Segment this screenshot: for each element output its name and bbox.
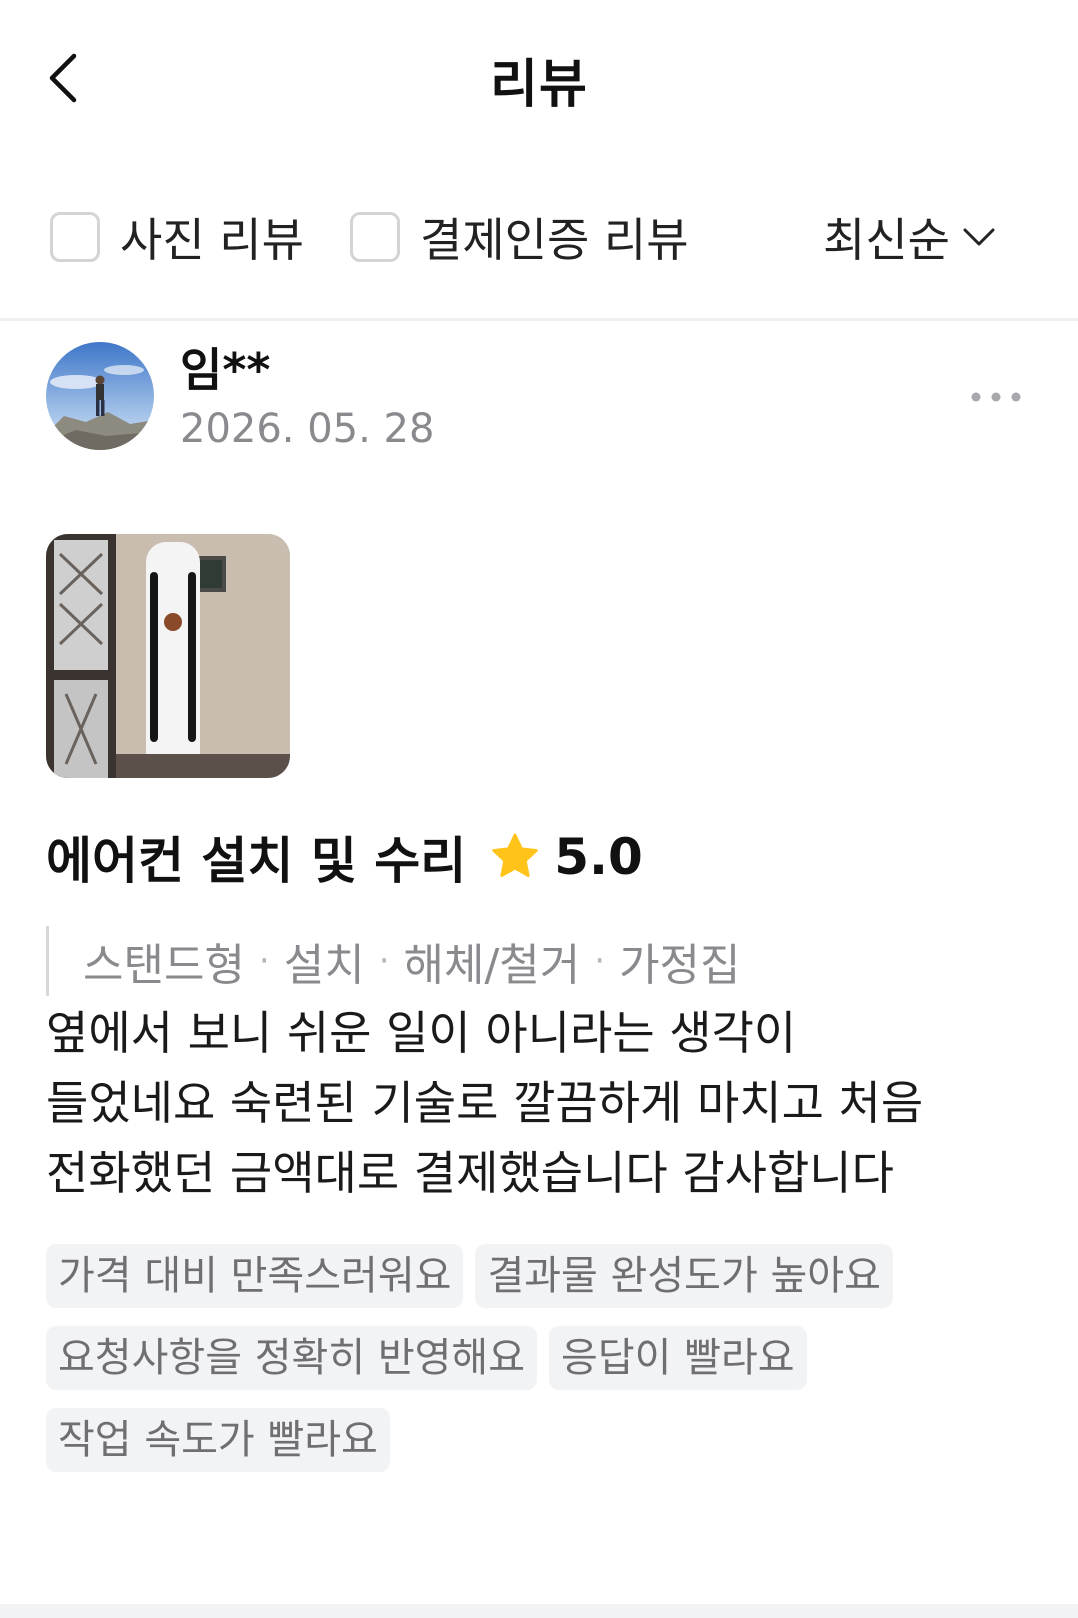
photo-review-checkbox[interactable] (50, 212, 100, 262)
review-photo[interactable] (46, 534, 290, 778)
chevron-down-icon (963, 228, 995, 246)
service-name: 에어컨 설치 및 수리 (46, 832, 467, 890)
option-item: 해체/철거 (403, 940, 581, 991)
review-tags: 가격 대비 만족스러워요 결과물 완성도가 높아요 요청사항을 정확히 반영해요… (46, 1244, 1026, 1490)
verified-review-filter[interactable]: 결제인증 리뷰 (350, 208, 689, 267)
verified-review-label: 결제인증 리뷰 (420, 213, 689, 267)
section-divider (0, 1604, 1078, 1618)
option-item: 가정집 (619, 940, 741, 991)
separator-dot: · (258, 941, 270, 981)
option-item: 설치 (283, 940, 365, 991)
service-rating-row: 에어컨 설치 및 수리 5.0 (46, 822, 643, 892)
more-horizontal-icon (971, 392, 1021, 402)
divider (0, 318, 1078, 321)
review-tag: 요청사항을 정확히 반영해요 (46, 1326, 538, 1390)
review-date: 2026. 05. 28 (180, 406, 435, 452)
review-body-line: 들었네요 숙련된 기술로 깔끔하게 마치고 처음 (46, 1076, 924, 1130)
review-body-line: 옆에서 보니 쉬운 일이 아니라는 생각이 (46, 1006, 797, 1060)
sort-dropdown[interactable]: 최신순 (823, 208, 996, 267)
star-icon (492, 833, 538, 878)
verified-review-checkbox[interactable] (350, 212, 400, 262)
review-body-line: 전화했던 금액대로 결제했습니다 감사합니다 (46, 1146, 894, 1200)
review-tag: 가격 대비 만족스러워요 (46, 1244, 464, 1308)
sort-label: 최신순 (823, 213, 950, 267)
photo-review-filter[interactable]: 사진 리뷰 (50, 208, 304, 267)
service-options: 스탠드형 · 설치 · 해체/철거 · 가정집 (46, 926, 741, 996)
header: 리뷰 (0, 0, 1078, 160)
review-tag: 응답이 빨라요 (549, 1326, 807, 1390)
review-tag: 결과물 완성도가 높아요 (475, 1244, 893, 1308)
review-body: 옆에서 보니 쉬운 일이 아니라는 생각이 들었네요 숙련된 기술로 깔끔하게 … (46, 998, 1026, 1208)
more-options-button[interactable] (966, 382, 1026, 412)
photo-review-label: 사진 리뷰 (120, 213, 304, 267)
author-name: 임** (180, 343, 271, 397)
separator-dot: · (378, 941, 390, 981)
page-title: 리뷰 (490, 55, 588, 115)
option-item: 스탠드형 (83, 940, 245, 991)
avatar[interactable] (46, 342, 154, 450)
separator-dot: · (594, 941, 606, 981)
rating-value: 5.0 (554, 828, 643, 886)
filter-bar: 사진 리뷰 결제인증 리뷰 최신순 (0, 190, 1078, 286)
review-tag: 작업 속도가 빨라요 (46, 1408, 390, 1472)
